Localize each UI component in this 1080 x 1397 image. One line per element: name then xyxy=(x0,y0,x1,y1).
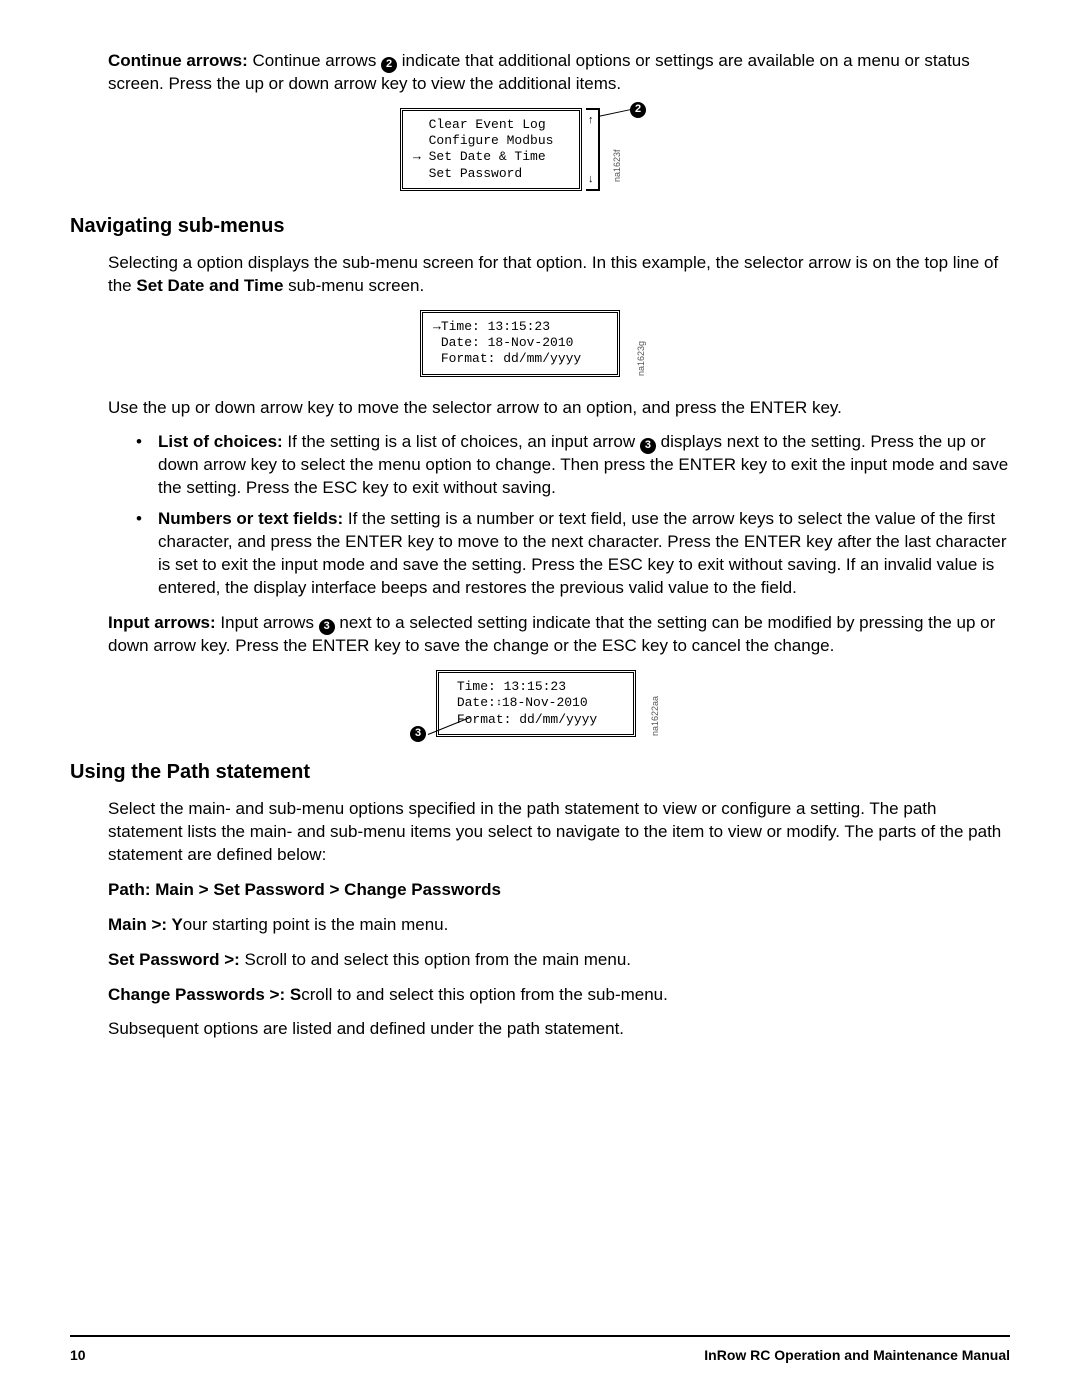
figure-id-label: na1623g xyxy=(636,341,646,376)
bullet2-prefix: Numbers or text fields: xyxy=(158,509,343,528)
path-main-firstchar: Y xyxy=(171,915,182,934)
lcd-line3: Set Date & Time xyxy=(429,149,546,164)
lcd-sp xyxy=(433,335,441,350)
lcd-sm-line3: Format: dd/mm/yyyy xyxy=(441,351,581,366)
page-footer: 10 InRow RC Operation and Maintenance Ma… xyxy=(70,1347,1010,1363)
lcd-submenu: →Time: 13:15:23 Date: 18-Nov-2010 Format… xyxy=(420,310,620,377)
input-arrows-paragraph: Input arrows: Input arrows 3 next to a s… xyxy=(108,612,1010,658)
nav-after-fig: Use the up or down arrow key to move the… xyxy=(108,397,1010,420)
input-arrows-label: Input arrows: xyxy=(108,613,216,632)
nav-bullet-list: List of choices: If the setting is a lis… xyxy=(132,431,1010,600)
path-chpw-rest: croll to and select this option from the… xyxy=(301,985,668,1004)
selector-arrow-icon: → xyxy=(413,149,429,164)
lcd-sp xyxy=(433,351,441,366)
input-arrow-up-icon: ↕ xyxy=(496,698,502,709)
continue-arrows-paragraph: Continue arrows: Continue arrows 2 indic… xyxy=(108,50,1010,96)
heading-path-statement: Using the Path statement xyxy=(70,761,1010,784)
callout-3-icon: 3 xyxy=(640,438,656,454)
path-setpw-text: Scroll to and select this option from th… xyxy=(245,950,631,969)
nav-submenus-intro: Selecting a option displays the sub-menu… xyxy=(108,252,1010,298)
lcd-line xyxy=(413,117,429,132)
path-main-rest: our starting point is the main menu. xyxy=(183,915,449,934)
bullet1-prefix: List of choices: xyxy=(158,432,283,451)
lcd-line xyxy=(413,166,429,181)
lcd-sm-line2: Date: 18-Nov-2010 xyxy=(441,335,574,350)
bullet1-before: If the setting is a list of choices, an … xyxy=(287,432,639,451)
input-text-before: Input arrows xyxy=(220,613,318,632)
figure-continue-arrows: Clear Event Log Configure Modbus → Set D… xyxy=(400,108,680,191)
footer-rule xyxy=(70,1335,1010,1337)
lcd-in-line2b: 18-Nov-2010 xyxy=(502,695,588,710)
nav-intro-after: sub-menu screen. xyxy=(288,276,424,295)
lcd-line xyxy=(413,133,429,148)
lcd-sp xyxy=(449,695,457,710)
path-intro: Select the main- and sub-menu options sp… xyxy=(108,798,1010,867)
lcd-line4: Set Password xyxy=(429,166,523,181)
path-setpw-label: Set Password >: xyxy=(108,950,240,969)
lcd-continue: Clear Event Log Configure Modbus → Set D… xyxy=(400,108,582,191)
callout-3-balloon: 3 xyxy=(410,726,426,742)
callout-2-balloon: 2 xyxy=(630,102,646,118)
page-number: 10 xyxy=(70,1347,86,1363)
selector-arrow-icon: → xyxy=(433,319,441,334)
path-chpw-line: Change Passwords >: Scroll to and select… xyxy=(108,984,1010,1007)
figure-input-arrows: Time: 13:15:23 Date:↕18-Nov-2010 Format:… xyxy=(406,670,674,737)
path-main-line: Main >: Your starting point is the main … xyxy=(108,914,1010,937)
figure-id-label: na1622aa xyxy=(650,696,660,736)
lcd-sm-line1b: 13:15:23 xyxy=(480,319,550,334)
path-chpw-firstchar: S xyxy=(290,985,301,1004)
continue-arrow-scrollbar-icon xyxy=(586,108,600,191)
lcd-sm-line1a: Time: xyxy=(441,319,480,334)
continue-text-before: Continue arrows xyxy=(253,51,382,70)
lcd-in-line2a: Date: xyxy=(457,695,496,710)
lcd-in-line1: Time: 13:15:23 xyxy=(457,679,566,694)
footer-title: InRow RC Operation and Maintenance Manua… xyxy=(704,1347,1010,1363)
path-trailer: Subsequent options are listed and define… xyxy=(108,1018,1010,1041)
bullet-numbers-text: Numbers or text fields: If the setting i… xyxy=(132,508,1010,600)
page: Continue arrows: Continue arrows 2 indic… xyxy=(0,0,1080,1397)
continue-arrows-label: Continue arrows: xyxy=(108,51,248,70)
nav-intro-bold: Set Date and Time xyxy=(136,276,283,295)
lcd-input: Time: 13:15:23 Date:↕18-Nov-2010 Format:… xyxy=(436,670,636,737)
lcd-sp xyxy=(449,679,457,694)
lcd-line1: Clear Event Log xyxy=(429,117,546,132)
path-example-line: Path: Main > Set Password > Change Passw… xyxy=(108,879,1010,902)
figure-id-label: na1623f xyxy=(612,149,622,182)
path-main-label: Main >: xyxy=(108,915,171,934)
figure-submenu: →Time: 13:15:23 Date: 18-Nov-2010 Format… xyxy=(420,310,660,377)
lcd-line2: Configure Modbus xyxy=(429,133,554,148)
lcd-in-line3: Format: dd/mm/yyyy xyxy=(457,712,597,727)
callout-leader-line xyxy=(598,109,631,117)
callout-2-icon: 2 xyxy=(381,57,397,73)
path-setpw-line: Set Password >: Scroll to and select thi… xyxy=(108,949,1010,972)
bullet-list-of-choices: List of choices: If the setting is a lis… xyxy=(132,431,1010,500)
callout-3-icon: 3 xyxy=(319,619,335,635)
heading-navigating-submenus: Navigating sub-menus xyxy=(70,215,1010,238)
path-chpw-label: Change Passwords >: xyxy=(108,985,290,1004)
